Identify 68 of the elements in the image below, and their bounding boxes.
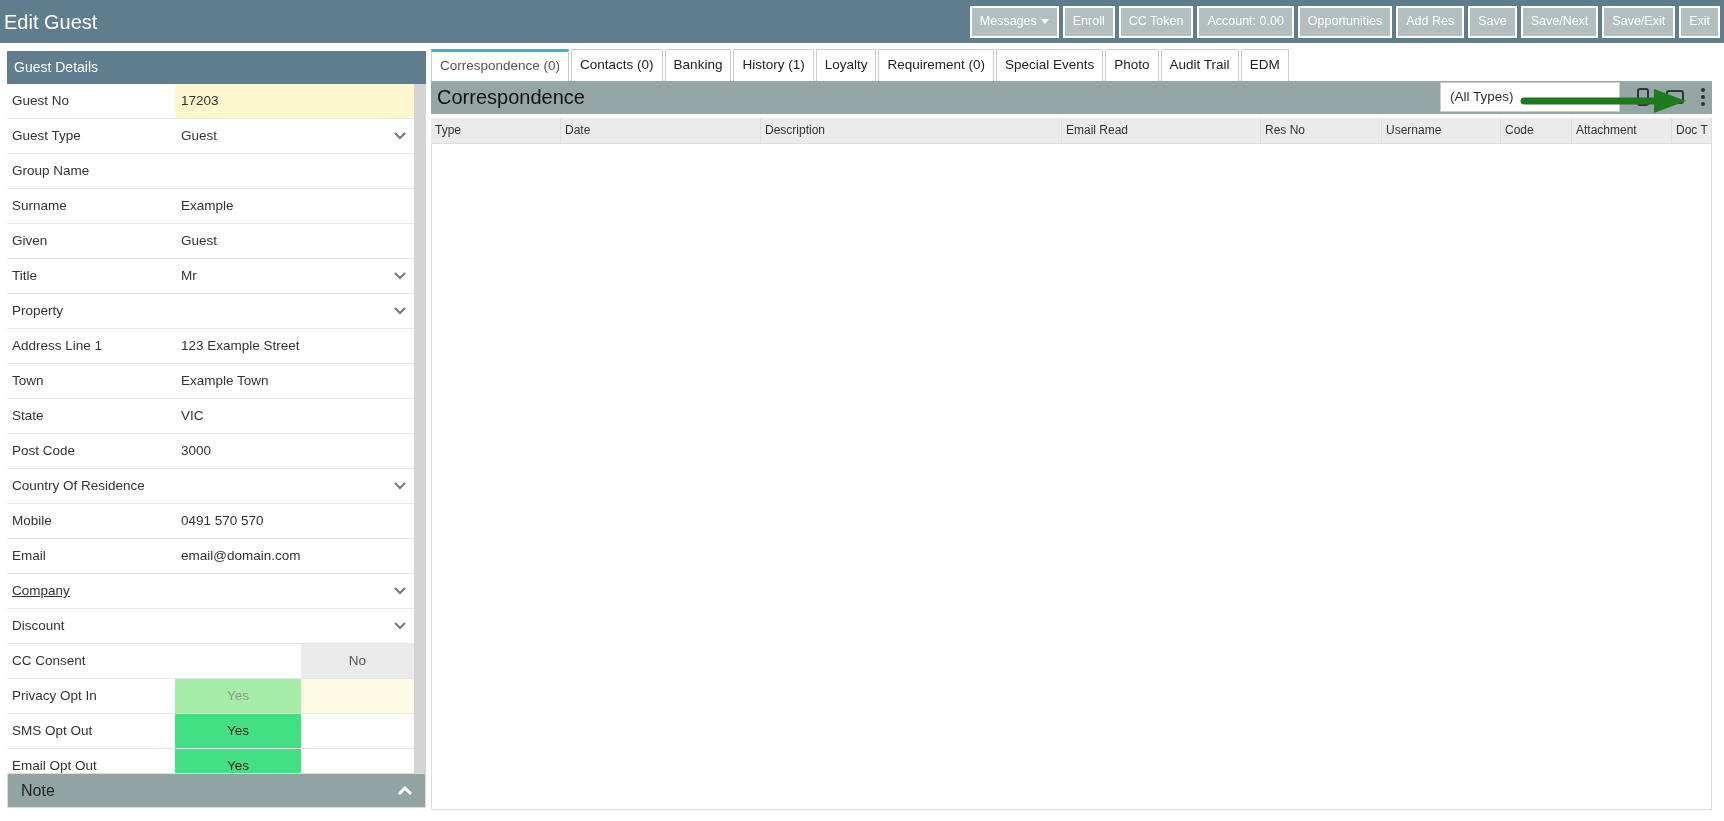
tab[interactable]: Special Events	[996, 49, 1104, 81]
input-field[interactable]: Example	[175, 189, 414, 224]
field-label: SMS Opt Out	[11, 722, 94, 741]
field-label: Discount	[11, 617, 66, 636]
column-header[interactable]: Date	[561, 117, 761, 143]
toggle-option[interactable]: Yes	[175, 714, 301, 749]
panel-header: Guest Details	[7, 51, 426, 85]
section-title: Correspondence	[437, 85, 585, 111]
chevron-down-icon[interactable]	[394, 272, 406, 281]
field-label: Town	[11, 372, 45, 391]
column-header[interactable]: Email Read	[1062, 117, 1261, 143]
column-header[interactable]: Type	[431, 117, 561, 143]
column-header[interactable]: Code	[1501, 117, 1572, 143]
input-field[interactable]: 17203	[175, 84, 414, 119]
field-label-link[interactable]: Company	[7, 581, 175, 602]
select-field[interactable]: Mr	[175, 259, 414, 294]
field-label: Group Name	[11, 162, 91, 181]
field-label: State	[11, 407, 45, 426]
tab[interactable]: History (1)	[733, 49, 814, 81]
input-field[interactable]: Guest	[175, 224, 414, 259]
field-label: Guest No	[11, 92, 71, 111]
chevron-up-icon	[398, 786, 412, 795]
tab[interactable]: Requirement (0)	[878, 49, 994, 81]
more-options-icon[interactable]	[1700, 87, 1706, 108]
field-label: Country Of Residence	[11, 477, 146, 496]
window-title: Edit Guest	[3, 9, 98, 35]
chevron-down-icon[interactable]	[394, 132, 406, 141]
field-label: Property	[11, 302, 65, 321]
input-field[interactable]: 3000	[175, 434, 414, 469]
note-panel-header[interactable]: Note	[7, 773, 426, 808]
field-label: Email Opt Out	[11, 757, 98, 773]
toggle-option[interactable]: Yes	[175, 749, 301, 773]
tab[interactable]: Banking	[664, 49, 732, 81]
field-label: Privacy Opt In	[11, 687, 98, 706]
field-label: Guest Type	[11, 127, 82, 146]
field-label: Given	[11, 232, 49, 251]
input-field[interactable]: email@domain.com	[175, 539, 414, 574]
phone-icon[interactable]	[1636, 88, 1650, 107]
field-label: Surname	[11, 197, 68, 216]
tab[interactable]: Photo	[1105, 49, 1159, 81]
caret-icon	[1040, 19, 1049, 25]
field-label: CC Consent	[11, 652, 87, 671]
chevron-down-icon[interactable]	[394, 482, 406, 491]
field-label: Post Code	[11, 442, 77, 461]
tab[interactable]: Audit Trail	[1160, 49, 1239, 81]
column-header[interactable]: Username	[1382, 117, 1501, 143]
panel-title: Note	[21, 780, 55, 801]
column-header[interactable]: Doc T	[1672, 117, 1712, 143]
field-label: Email	[11, 547, 47, 566]
input-field[interactable]: VIC	[175, 399, 414, 434]
input-field[interactable]: 0491 570 570	[175, 504, 414, 539]
column-header[interactable]: Res No	[1261, 117, 1382, 143]
chevron-down-icon[interactable]	[394, 587, 406, 596]
chevron-down-icon[interactable]	[394, 307, 406, 316]
column-header[interactable]: Attachment	[1572, 117, 1672, 143]
input-field[interactable]: Example Town	[175, 364, 414, 399]
chevron-down-icon[interactable]	[394, 622, 406, 631]
tab[interactable]: EDM	[1240, 49, 1289, 81]
column-header[interactable]: Description	[761, 117, 1062, 143]
field-label: Title	[11, 267, 38, 286]
tab[interactable]: Loyalty	[815, 49, 877, 81]
field-label: Address Line 1	[11, 337, 104, 356]
tab[interactable]: Contacts (0)	[571, 49, 663, 81]
field-label: Mobile	[11, 512, 53, 531]
tab[interactable]: Correspondence (0)	[431, 49, 570, 81]
toggle-option[interactable]: No	[301, 644, 414, 679]
select-field[interactable]: Guest	[175, 119, 414, 154]
input-field[interactable]: 123 Example Street	[175, 329, 414, 364]
